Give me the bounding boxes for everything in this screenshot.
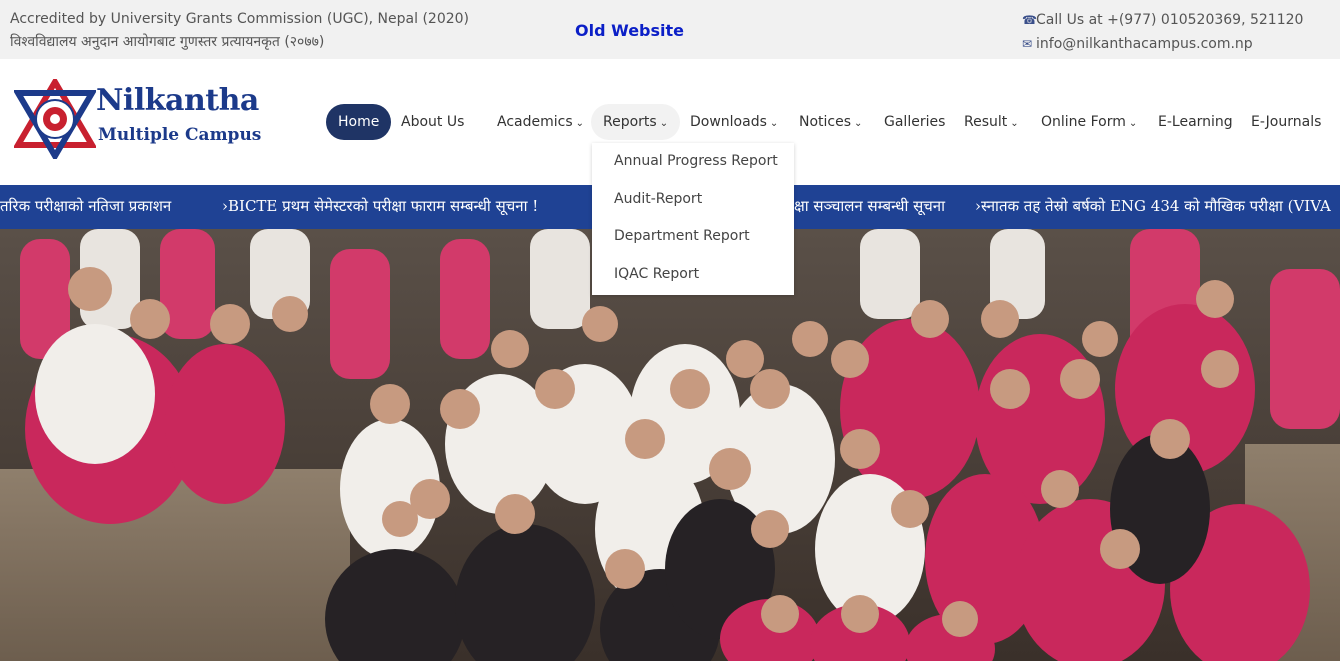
chevron-down-icon: ⌄	[854, 118, 863, 129]
nav-reports-label: Reports	[603, 114, 657, 130]
reports-dropdown-menu: Annual Progress Report Audit-Report Depa…	[592, 143, 794, 295]
nav-galleries-label: Galleries	[884, 114, 946, 130]
accreditation-info: Accredited by University Grants Commissi…	[10, 8, 469, 54]
nav-notices-label: Notices	[799, 114, 852, 130]
nav-home[interactable]: Home	[326, 104, 392, 140]
nav-downloads[interactable]: Downloads ⌄	[678, 104, 790, 140]
logo-title: Nilkantha	[96, 83, 259, 118]
accreditation-english: Accredited by University Grants Commissi…	[10, 11, 469, 27]
top-info-bar: Accredited by University Grants Commissi…	[0, 0, 1340, 59]
reports-menu-iqac[interactable]: IQAC Report	[614, 266, 699, 282]
ticker-item[interactable]: तरिक परीक्षाको नतिजा प्रकाशन	[0, 196, 171, 216]
chevron-down-icon: ⌄	[769, 118, 779, 129]
nav-result[interactable]: Result ⌄	[952, 104, 1031, 140]
phone-line: ☎Call Us at +(977) 010520369, 521120	[1022, 8, 1303, 32]
reports-menu-audit[interactable]: Audit-Report	[614, 191, 702, 207]
nav-home-label: Home	[338, 114, 380, 130]
nav-e-journals-label: E-Journals	[1251, 114, 1322, 130]
nav-academics-label: Academics	[497, 114, 573, 130]
nav-e-learning-label: E-Learning	[1158, 114, 1233, 130]
chevron-down-icon: ⌄	[1010, 118, 1019, 129]
chevron-down-icon: ⌄	[659, 118, 669, 129]
envelope-icon: ✉	[1022, 37, 1033, 51]
nav-online-form[interactable]: Online Form ⌄	[1029, 104, 1149, 140]
campus-logo[interactable]: Nilkantha Multiple Campus	[14, 79, 284, 159]
contact-info: ☎Call Us at +(977) 010520369, 521120 ✉ in…	[1022, 8, 1303, 56]
email-line[interactable]: ✉ info@nilkanthacampus.com.np	[1022, 32, 1303, 56]
ticker-item[interactable]: ›स्नातक तह तेस्रो बर्षको ENG 434 को मौखि…	[975, 196, 1331, 216]
nav-online-form-label: Online Form	[1041, 114, 1126, 130]
nav-about-label: About Us	[401, 114, 465, 130]
accreditation-nepali: विश्वविद्यालय अनुदान आयोगबाट गुणस्तर प्र…	[10, 34, 325, 50]
chevron-down-icon: ⌄	[1128, 118, 1138, 129]
nav-reports[interactable]: Reports ⌄	[591, 104, 681, 140]
phone-text: Call Us at +(977) 010520369, 521120	[1036, 12, 1304, 28]
old-website-link[interactable]: Old Website	[575, 21, 684, 40]
nav-e-learning[interactable]: E-Learning	[1146, 104, 1245, 140]
nav-result-label: Result	[964, 114, 1008, 130]
emblem-icon	[14, 79, 96, 159]
ticker-item[interactable]: क्षा सञ्चालन सम्बन्धी सूचना	[794, 196, 945, 216]
nav-downloads-label: Downloads	[690, 114, 767, 130]
logo-subtitle: Multiple Campus	[98, 125, 262, 145]
phone-icon: ☎	[1022, 13, 1037, 27]
email-link[interactable]: info@nilkanthacampus.com.np	[1036, 36, 1253, 52]
ticker-item[interactable]: ›BICTE प्रथम सेमेस्टरको परीक्षा फाराम सम…	[222, 196, 538, 216]
nav-galleries[interactable]: Galleries	[872, 104, 957, 140]
nav-e-journals[interactable]: E-Journals	[1239, 104, 1333, 140]
reports-menu-department[interactable]: Department Report	[614, 228, 750, 244]
nav-about-us[interactable]: About Us	[389, 104, 476, 140]
reports-menu-annual-progress[interactable]: Annual Progress Report	[614, 153, 778, 169]
chevron-down-icon: ⌄	[575, 118, 585, 129]
nav-notices[interactable]: Notices ⌄	[787, 104, 874, 140]
nav-academics[interactable]: Academics ⌄	[485, 104, 596, 140]
